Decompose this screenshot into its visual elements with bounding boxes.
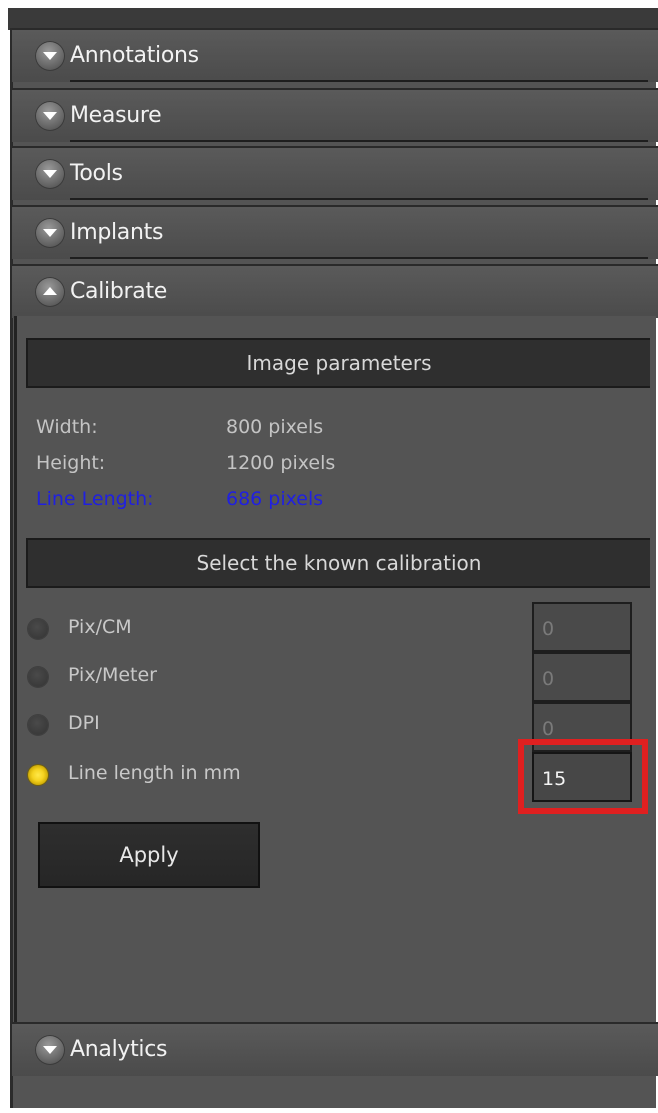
apply-button[interactable]: Apply <box>38 822 260 888</box>
accordion-calibrate-label: Calibrate <box>70 279 168 304</box>
line-length-label: Line Length: <box>36 488 154 510</box>
width-value: 800 pixels <box>226 416 324 438</box>
width-label: Width: <box>36 416 98 438</box>
dpi-field[interactable]: 0 <box>532 702 632 752</box>
accordion-annotations[interactable]: Annotations <box>12 28 658 82</box>
divider <box>70 198 648 200</box>
line-length-value: 686 pixels <box>226 488 324 510</box>
accordion-analytics-label: Analytics <box>70 1037 168 1062</box>
app-frame: Annotations Measure Tools Implants Calib… <box>0 0 658 1113</box>
divider <box>70 140 648 142</box>
pix-cm-field[interactable]: 0 <box>532 602 632 652</box>
radio-pix-cm[interactable] <box>28 619 48 639</box>
height-value: 1200 pixels <box>226 452 336 474</box>
accordion-implants[interactable]: Implants <box>12 205 658 259</box>
chevron-down-icon <box>35 159 65 189</box>
select-calibration-header: Select the known calibration <box>26 538 650 588</box>
radio-pix-meter[interactable] <box>28 667 48 687</box>
option-pix-cm-label: Pix/CM <box>68 616 132 638</box>
image-parameters-header: Image parameters <box>26 338 650 388</box>
chevron-down-icon <box>35 41 65 71</box>
chevron-down-icon <box>35 218 65 248</box>
chevron-down-icon <box>35 1035 65 1065</box>
chevron-down-icon <box>35 101 65 131</box>
chevron-up-icon <box>35 277 65 307</box>
accordion-implants-label: Implants <box>70 220 164 245</box>
option-dpi-label: DPI <box>68 712 100 734</box>
radio-dpi[interactable] <box>28 715 48 735</box>
accordion-tools-label: Tools <box>70 161 123 186</box>
top-bar <box>8 8 658 30</box>
line-length-mm-field[interactable]: 15 <box>532 752 632 802</box>
divider <box>70 257 648 259</box>
option-pix-meter-label: Pix/Meter <box>68 664 157 686</box>
divider <box>70 80 648 82</box>
option-line-length-mm-label: Line length in mm <box>68 762 241 784</box>
accordion-measure[interactable]: Measure <box>12 88 658 142</box>
accordion-analytics[interactable]: Analytics <box>12 1022 658 1076</box>
accordion-measure-label: Measure <box>70 103 162 128</box>
accordion-tools[interactable]: Tools <box>12 146 658 200</box>
radio-line-length-mm[interactable] <box>28 765 48 785</box>
pix-meter-field[interactable]: 0 <box>532 652 632 702</box>
height-label: Height: <box>36 452 106 474</box>
accordion-annotations-label: Annotations <box>70 43 199 68</box>
accordion-calibrate[interactable]: Calibrate <box>12 264 658 318</box>
